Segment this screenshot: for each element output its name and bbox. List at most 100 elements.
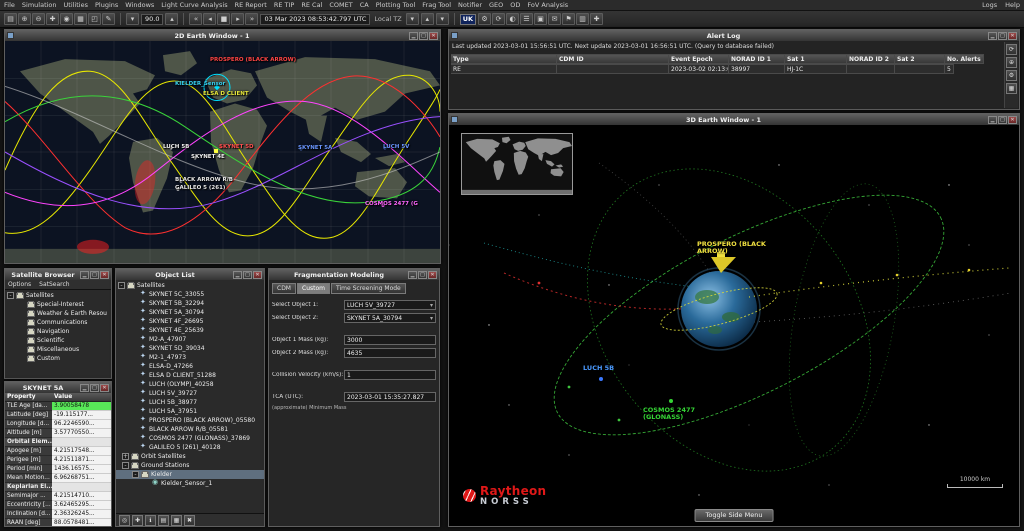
tree-expander-icon[interactable]: - xyxy=(118,282,125,289)
tree-expander-icon[interactable] xyxy=(130,291,137,298)
tree-item[interactable]: Scientific xyxy=(5,336,111,345)
property-row[interactable]: Period [min] 1436.16575... xyxy=(5,465,111,474)
property-row[interactable]: Mean Motion... 6.96268751... xyxy=(5,474,111,483)
window-icon[interactable]: ▣ xyxy=(534,13,547,25)
tree-expander-icon[interactable] xyxy=(18,355,25,362)
menu-item[interactable]: RE Report xyxy=(235,1,267,9)
menu-item[interactable]: Simulation xyxy=(22,1,57,9)
tree-item[interactable]: Communications xyxy=(5,318,111,327)
zoom-out-icon[interactable]: ⊖ xyxy=(32,13,45,25)
tree-item[interactable]: COSMOS 2477 (GLONASS)_37869 xyxy=(116,434,264,443)
field-input[interactable]: SKYNET 5A_30794 ▾ xyxy=(344,313,436,323)
menu-item[interactable]: Notifier xyxy=(458,1,482,9)
tree-expander-icon[interactable] xyxy=(130,345,137,352)
maximize-icon[interactable]: □ xyxy=(243,271,252,279)
maximize-icon[interactable]: □ xyxy=(998,32,1007,40)
menu-item[interactable]: SatSearch xyxy=(39,281,69,288)
menu-item[interactable]: GEO xyxy=(489,1,503,9)
2d-map[interactable]: PROSPERO (BLACK ARROW)KIELDER_SensorELSA… xyxy=(5,41,440,263)
minimize-icon[interactable]: ▁ xyxy=(409,32,418,40)
minimize-icon[interactable]: ▁ xyxy=(233,271,242,279)
property-row[interactable]: Keplarian El... xyxy=(5,483,111,492)
fragmentation-tab[interactable]: CDM xyxy=(272,283,296,294)
flag-icon[interactable]: ⚑ xyxy=(562,13,575,25)
tree-expander-icon[interactable] xyxy=(18,328,25,335)
close-icon[interactable]: ✕ xyxy=(100,271,109,279)
maximize-icon[interactable]: □ xyxy=(419,32,428,40)
tree-item[interactable]: - Kielder xyxy=(116,470,264,479)
tree-expander-icon[interactable] xyxy=(130,318,137,325)
tree-item[interactable]: Miscellaneous xyxy=(5,345,111,354)
layout-icon[interactable]: ◰ xyxy=(88,13,101,25)
tree-expander-icon[interactable] xyxy=(18,301,25,308)
menu-item[interactable]: Windows xyxy=(125,1,154,9)
field-input[interactable]: 3000 ▾ xyxy=(344,335,436,345)
menu-item[interactable]: Help xyxy=(1005,1,1020,9)
alert-header-cell[interactable]: Sat 2 xyxy=(895,54,945,64)
menu-item[interactable]: Utilities xyxy=(64,1,88,9)
center-view-icon[interactable]: ◉ xyxy=(60,13,73,25)
angle-decrease-icon[interactable]: ▾ xyxy=(126,13,139,25)
menu-item[interactable]: Light Curve Analysis xyxy=(161,1,227,9)
play-reverse-icon[interactable]: ◂ xyxy=(203,13,216,25)
search-icon[interactable]: ◎ xyxy=(119,515,130,526)
refresh-icon[interactable]: ⟳ xyxy=(492,13,505,25)
field-input[interactable]: 2023-03-01 15:35:27.827 ▾ xyxy=(344,392,436,402)
menu-item[interactable]: Plotting Tool xyxy=(376,1,416,9)
fragmentation-tab[interactable]: Custom xyxy=(297,283,330,294)
tree-item[interactable]: LUCH 5A_37951 xyxy=(116,407,264,416)
alert-header-cell[interactable]: Sat 1 xyxy=(785,54,847,64)
tree-item[interactable]: LUCH (OLYMP)_40258 xyxy=(116,380,264,389)
tree-expander-icon[interactable] xyxy=(130,354,137,361)
tree-expander-icon[interactable] xyxy=(130,300,137,307)
tree-item[interactable]: ELSA D CLIENT_51288 xyxy=(116,371,264,380)
tree-expander-icon[interactable] xyxy=(130,408,137,415)
maximize-icon[interactable]: □ xyxy=(90,271,99,279)
message-icon[interactable]: ✉ xyxy=(548,13,561,25)
add-object-icon[interactable]: ✚ xyxy=(132,515,143,526)
tree-expander-icon[interactable] xyxy=(130,363,137,370)
minimize-icon[interactable]: ▁ xyxy=(408,271,417,279)
property-row[interactable]: TLE Age [da... 3.90058478 xyxy=(5,402,111,411)
list-icon[interactable]: ☰ xyxy=(520,13,533,25)
datetime-field[interactable]: 03 Mar 2023 08:53:42.797 UTC xyxy=(260,14,370,25)
value-column-header[interactable]: Value xyxy=(52,393,111,402)
tree-item[interactable]: GALILEO 5 (261)_40128 xyxy=(116,443,264,452)
tree-expander-icon[interactable]: - xyxy=(132,471,139,478)
property-row[interactable]: Apogee [m] 4.21517548... xyxy=(5,447,111,456)
tree-expander-icon[interactable] xyxy=(130,336,137,343)
angle-increase-icon[interactable]: ▴ xyxy=(165,13,178,25)
tree-item[interactable]: Special-Interest xyxy=(5,300,111,309)
menu-item[interactable]: OD xyxy=(510,1,520,9)
zoom-in-icon[interactable]: ⊕ xyxy=(18,13,31,25)
export-icon[interactable]: ▦ xyxy=(1006,83,1017,94)
3d-window-titlebar[interactable]: 3D Earth Window - 1 ▁□✕ xyxy=(449,114,1019,125)
timezone-dropdown-icon[interactable]: ▾ xyxy=(406,13,419,25)
property-column-header[interactable]: Property xyxy=(5,393,52,402)
object-list-titlebar[interactable]: Object List ▁□✕ xyxy=(116,269,264,280)
time-step-up-icon[interactable]: ▴ xyxy=(421,13,434,25)
tree-item[interactable]: Kielder_Sensor_1 xyxy=(116,479,264,488)
tree-item[interactable]: Navigation xyxy=(5,327,111,336)
minimize-icon[interactable]: ▁ xyxy=(988,32,997,40)
menu-item[interactable]: File xyxy=(4,1,15,9)
tree-item[interactable]: BLACK ARROW R/B_05581 xyxy=(116,425,264,434)
tree-item[interactable]: - Satellites xyxy=(5,291,111,300)
alert-header-cell[interactable]: No. Alerts xyxy=(945,54,984,64)
field-input[interactable]: 4635 ▾ xyxy=(344,348,436,358)
maximize-icon[interactable]: □ xyxy=(90,384,99,392)
menu-item[interactable]: RE Cal xyxy=(301,1,322,9)
property-row[interactable]: Orbital Elem... xyxy=(5,438,111,447)
angle-field[interactable]: 90.0 xyxy=(141,14,163,25)
tree-item[interactable]: + Orbit Satellites xyxy=(116,452,264,461)
menu-icon[interactable]: ▤ xyxy=(4,13,17,25)
alert-header-cell[interactable]: Event Epoch xyxy=(669,54,729,64)
menu-item[interactable]: Frag Tool xyxy=(422,1,451,9)
alert-header-cell[interactable]: NORAD ID 1 xyxy=(729,54,785,64)
property-row[interactable]: Inclination [d... 2.36326245... xyxy=(5,510,111,519)
tree-item[interactable]: SKYNET 5D_39034 xyxy=(116,344,264,353)
tree-item[interactable]: Custom xyxy=(5,354,111,363)
tree-item[interactable]: - Satellites xyxy=(116,281,264,290)
field-input[interactable]: 1 ▾ xyxy=(344,370,436,380)
property-row[interactable]: Perigee [m] 4.21511871... xyxy=(5,456,111,465)
